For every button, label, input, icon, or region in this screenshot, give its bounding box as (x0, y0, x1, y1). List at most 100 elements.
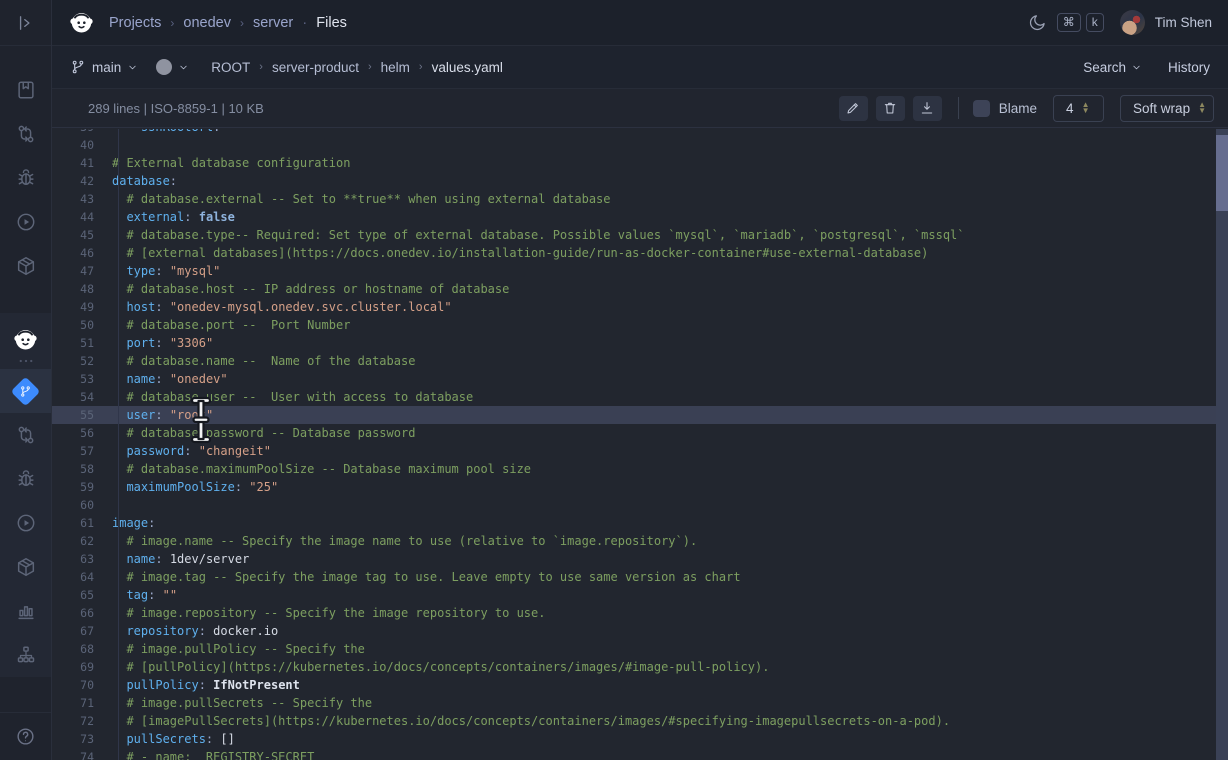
status-selector[interactable] (156, 59, 189, 75)
search-menu[interactable]: Search (1083, 60, 1142, 75)
code-line[interactable]: 51 port: "3306" (52, 334, 1216, 352)
sidebar-item-book-icon[interactable] (0, 68, 51, 112)
path-segment[interactable]: server-product (272, 60, 359, 75)
scrollbar-thumb[interactable] (1216, 135, 1228, 211)
line-number[interactable]: 66 (52, 604, 106, 622)
path-segment[interactable]: ROOT (211, 60, 250, 75)
sidebar-item-play-circle-icon[interactable] (0, 501, 51, 545)
code-line[interactable]: 61image: (52, 514, 1216, 532)
line-number[interactable]: 68 (52, 640, 106, 658)
line-number[interactable]: 40 (52, 136, 106, 154)
code-line[interactable]: 49 host: "onedev-mysql.onedev.svc.cluste… (52, 298, 1216, 316)
sidebar-item-pull-request-icon[interactable] (0, 413, 51, 457)
code-line[interactable]: 41# External database configuration (52, 154, 1216, 172)
keyboard-shortcut-key[interactable]: ⌘ (1057, 13, 1081, 32)
moon-icon[interactable] (1028, 13, 1047, 32)
line-number[interactable]: 49 (52, 298, 106, 316)
ellipsis-icon[interactable] (0, 353, 51, 369)
sidebar-item-bug-icon[interactable] (0, 156, 51, 200)
history-link[interactable]: History (1168, 60, 1210, 75)
code-line[interactable]: 70 pullPolicy: IfNotPresent (52, 676, 1216, 694)
wrap-mode-select[interactable]: Soft wrap ▲▼ (1120, 95, 1214, 122)
code-line[interactable]: 43 # database.external -- Set to **true*… (52, 190, 1216, 208)
code-line[interactable]: 68 # image.pullPolicy -- Specify the (52, 640, 1216, 658)
code-line[interactable]: 42database: (52, 172, 1216, 190)
sidebar-item-play-circle-icon[interactable] (0, 200, 51, 244)
line-number[interactable]: 67 (52, 622, 106, 640)
sidebar-item-pull-request-icon[interactable] (0, 112, 51, 156)
line-number[interactable]: 41 (52, 154, 106, 172)
code-line[interactable]: 58 # database.maximumPoolSize -- Databas… (52, 460, 1216, 478)
user-avatar[interactable] (1120, 10, 1145, 35)
line-number[interactable]: 57 (52, 442, 106, 460)
line-number[interactable]: 55 (52, 406, 106, 424)
code-line[interactable]: 67 repository: docker.io (52, 622, 1216, 640)
code-line[interactable]: 72 # [imagePullSecrets](https://kubernet… (52, 712, 1216, 730)
code-line[interactable]: 46 # [external databases](https://docs.o… (52, 244, 1216, 262)
code-line[interactable]: 64 # image.tag -- Specify the image tag … (52, 568, 1216, 586)
edit-button[interactable] (839, 96, 868, 121)
line-number[interactable]: 58 (52, 460, 106, 478)
code-line[interactable]: 39 sshRootUrl: (52, 129, 1216, 136)
blame-label[interactable]: Blame (999, 101, 1037, 116)
blame-checkbox[interactable] (973, 100, 990, 117)
code-line[interactable]: 56 # database.password -- Database passw… (52, 424, 1216, 442)
code-line[interactable]: 57 password: "changeit" (52, 442, 1216, 460)
code-line[interactable]: 55 user: "root" (52, 406, 1216, 424)
line-number[interactable]: 59 (52, 478, 106, 496)
sidebar-item-org-chart-icon[interactable] (0, 633, 51, 677)
line-number[interactable]: 43 (52, 190, 106, 208)
code-line[interactable]: 52 # database.name -- Name of the databa… (52, 352, 1216, 370)
code-line[interactable]: 71 # image.pullSecrets -- Specify the (52, 694, 1216, 712)
code-line[interactable]: 59 maximumPoolSize: "25" (52, 478, 1216, 496)
keyboard-shortcut-key[interactable]: k (1086, 13, 1104, 32)
line-number[interactable]: 61 (52, 514, 106, 532)
branch-selector[interactable]: main (70, 59, 138, 75)
code-line[interactable]: 48 # database.host -- IP address or host… (52, 280, 1216, 298)
line-number[interactable]: 72 (52, 712, 106, 730)
code-line[interactable]: 74 # - name: REGISTRY-SECRET (52, 748, 1216, 760)
line-number[interactable]: 50 (52, 316, 106, 334)
code-line[interactable]: 62 # image.name -- Specify the image nam… (52, 532, 1216, 550)
line-number[interactable]: 65 (52, 586, 106, 604)
line-number[interactable]: 73 (52, 730, 106, 748)
line-number[interactable]: 45 (52, 226, 106, 244)
path-segment[interactable]: helm (381, 60, 410, 75)
breadcrumb-item[interactable]: Projects (109, 15, 161, 31)
line-number[interactable]: 51 (52, 334, 106, 352)
code-line[interactable]: 40 (52, 136, 1216, 154)
line-number[interactable]: 60 (52, 496, 106, 514)
sidebar-item-bar-chart-icon[interactable] (0, 589, 51, 633)
project-avatar[interactable] (0, 313, 51, 353)
sidebar-item-package-icon[interactable] (0, 545, 51, 589)
line-number[interactable]: 71 (52, 694, 106, 712)
line-number[interactable]: 48 (52, 280, 106, 298)
code-line[interactable]: 53 name: "onedev" (52, 370, 1216, 388)
line-number[interactable]: 74 (52, 748, 106, 760)
sidebar-item-package-icon[interactable] (0, 244, 51, 288)
sidebar-item-bug-icon[interactable] (0, 457, 51, 501)
code-viewer[interactable]: 39 sshRootUrl:4041# External database co… (52, 129, 1228, 760)
line-number[interactable]: 62 (52, 532, 106, 550)
line-number[interactable]: 42 (52, 172, 106, 190)
breadcrumb-item[interactable]: server (253, 15, 293, 31)
line-number[interactable]: 53 (52, 370, 106, 388)
code-line[interactable]: 66 # image.repository -- Specify the ima… (52, 604, 1216, 622)
line-number[interactable]: 46 (52, 244, 106, 262)
line-number[interactable]: 44 (52, 208, 106, 226)
breadcrumb-item[interactable]: onedev (183, 15, 231, 31)
tab-size-stepper[interactable]: 4 ▲▼ (1053, 95, 1104, 122)
line-number[interactable]: 70 (52, 676, 106, 694)
code-line[interactable]: 54 # database.user -- User with access t… (52, 388, 1216, 406)
code-line[interactable]: 69 # [pullPolicy](https://kubernetes.io/… (52, 658, 1216, 676)
line-number[interactable]: 54 (52, 388, 106, 406)
onedev-logo-icon[interactable] (68, 9, 95, 36)
delete-button[interactable] (876, 96, 905, 121)
code-line[interactable]: 73 pullSecrets: [] (52, 730, 1216, 748)
download-button[interactable] (913, 96, 942, 121)
code-line[interactable]: 63 name: 1dev/server (52, 550, 1216, 568)
code-line[interactable]: 45 # database.type-- Required: Set type … (52, 226, 1216, 244)
line-number[interactable]: 69 (52, 658, 106, 676)
line-number[interactable]: 47 (52, 262, 106, 280)
line-number[interactable]: 39 (52, 129, 106, 136)
